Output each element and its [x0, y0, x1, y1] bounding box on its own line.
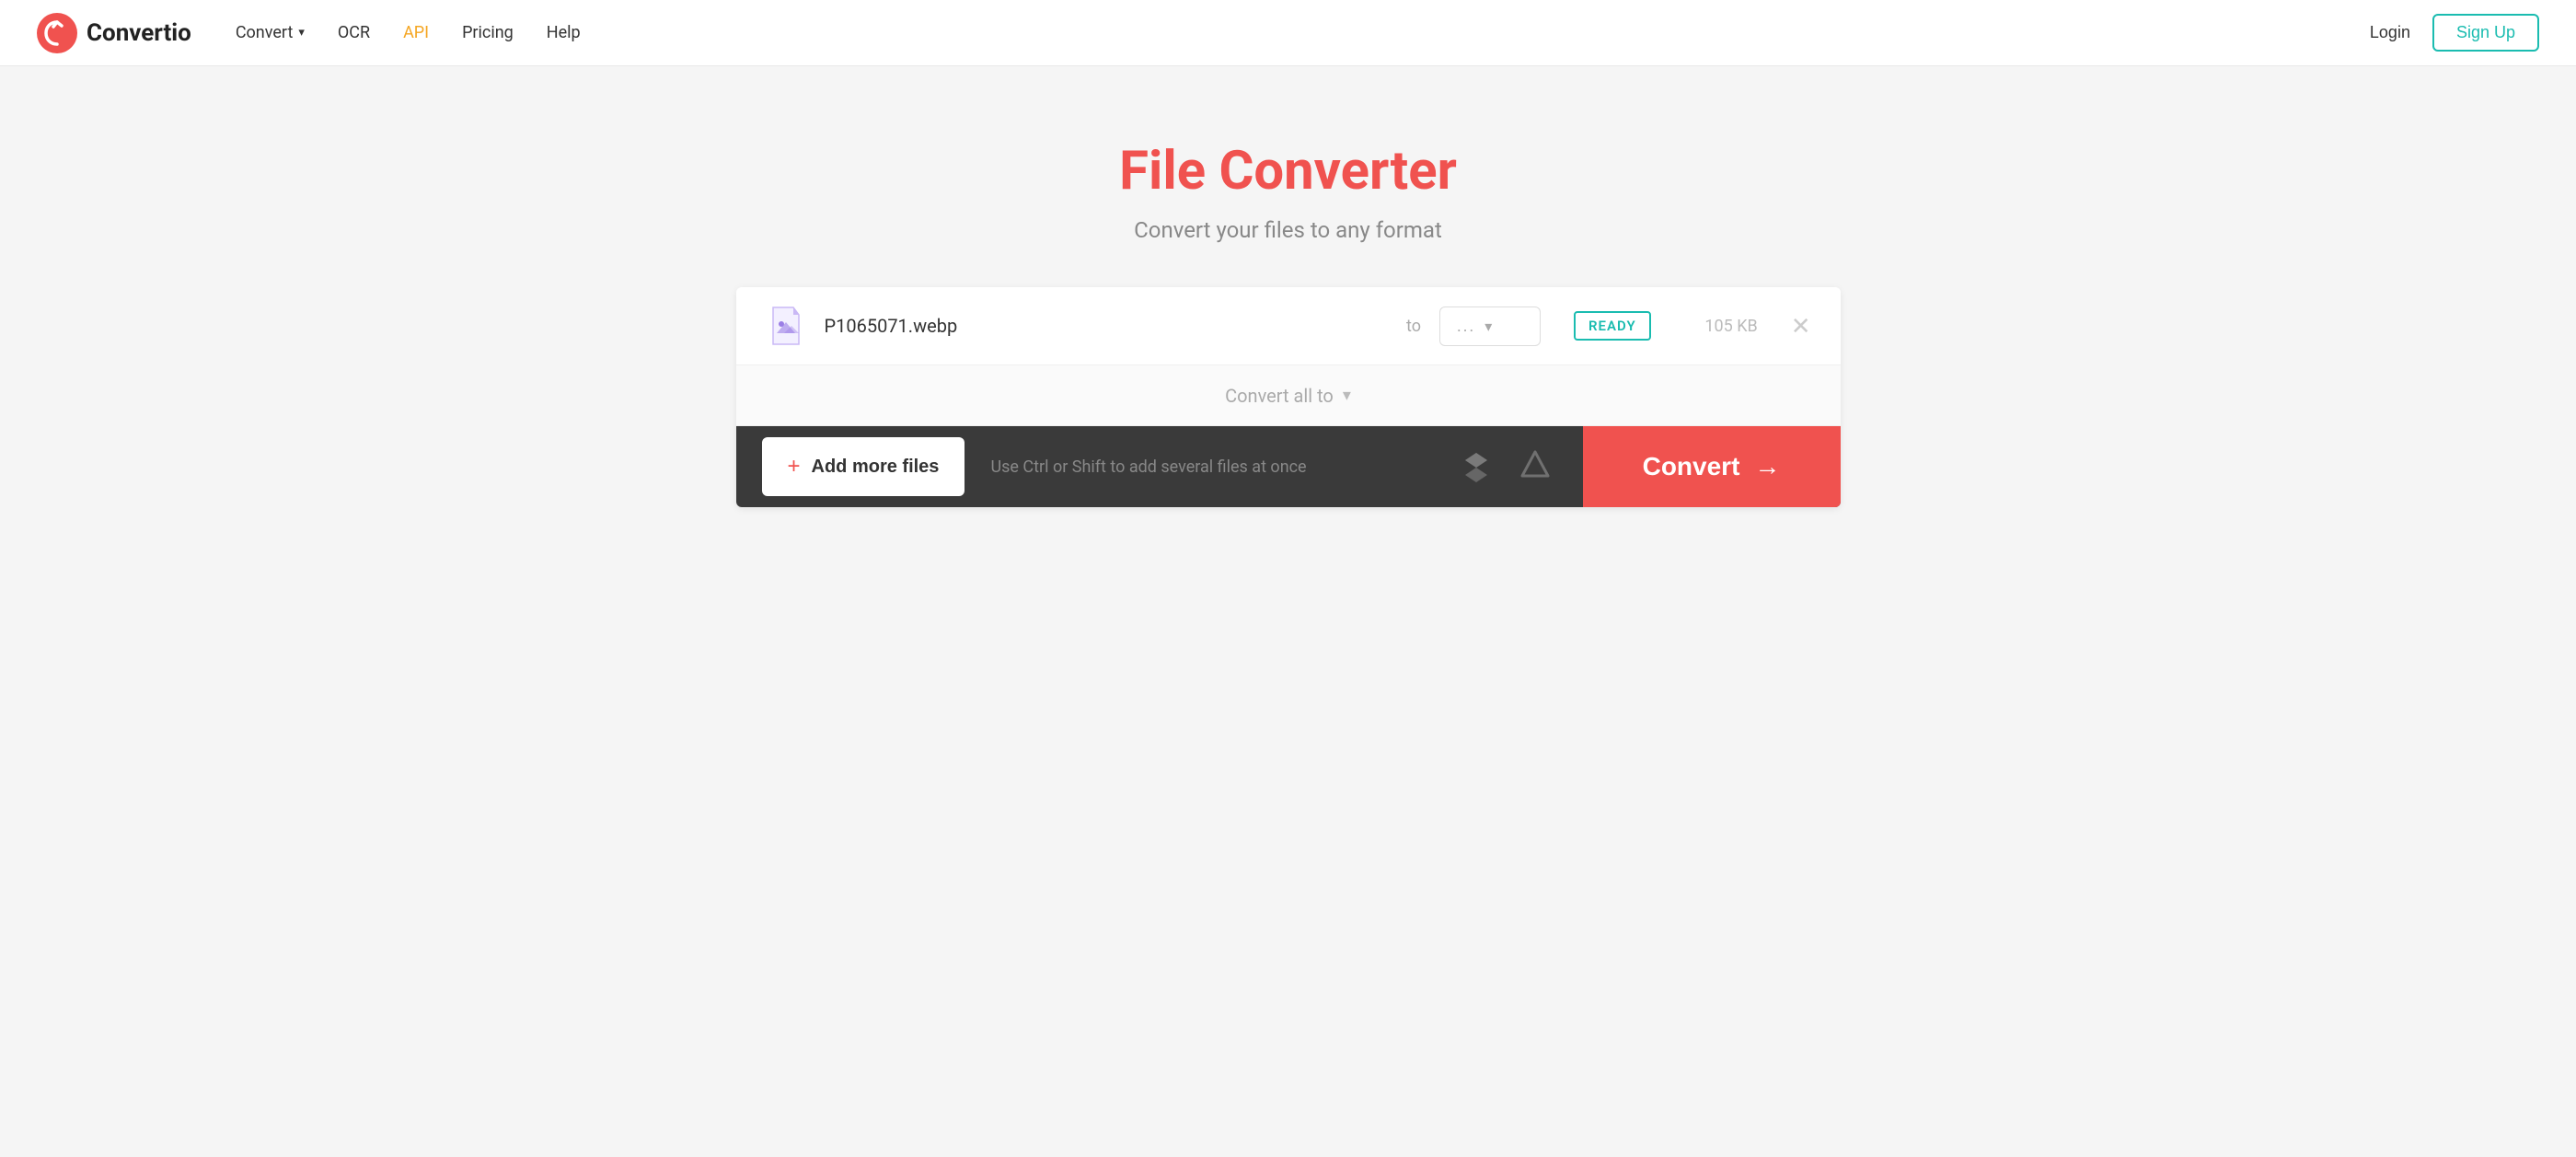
converter-box: P1065071.webp to ... ▾ READY 105 KB ✕ Co… — [736, 287, 1841, 507]
signup-button[interactable]: Sign Up — [2432, 14, 2539, 52]
file-size: 105 KB — [1684, 317, 1758, 336]
add-files-button[interactable]: + Add more files — [762, 437, 965, 496]
format-placeholder: ... — [1457, 317, 1475, 336]
nav-ocr[interactable]: OCR — [338, 23, 370, 42]
convert-label: Convert — [1643, 452, 1740, 481]
plus-icon: + — [788, 454, 801, 480]
chevron-down-icon: ▾ — [1484, 318, 1492, 335]
main-content: File Converter Convert your files to any… — [0, 66, 2576, 507]
convert-all-label-text: Convert all to — [1225, 385, 1334, 407]
file-name: P1065071.webp — [825, 315, 1389, 337]
logo[interactable]: Convertio — [37, 13, 191, 53]
action-bar: + Add more files Use Ctrl or Shift to ad… — [736, 426, 1841, 507]
convert-button[interactable]: Convert → — [1583, 426, 1841, 507]
cloud-icons — [1428, 448, 1583, 485]
logo-text: Convertio — [87, 19, 191, 47]
file-type-icon — [766, 306, 806, 346]
logo-icon — [37, 13, 77, 53]
convert-all-chevron-icon: ▾ — [1343, 386, 1351, 405]
nav-api[interactable]: API — [403, 23, 429, 42]
add-files-label: Add more files — [812, 457, 940, 478]
remove-file-button[interactable]: ✕ — [1791, 314, 1811, 338]
header-right: Login Sign Up — [2370, 14, 2539, 52]
nav-pricing[interactable]: Pricing — [462, 23, 514, 42]
convert-all-row: Convert all to ▾ — [736, 365, 1841, 426]
dropbox-icon[interactable] — [1458, 448, 1495, 485]
page-title: File Converter — [1119, 140, 1457, 202]
ready-badge: READY — [1574, 311, 1651, 341]
nav-help[interactable]: Help — [547, 23, 581, 42]
main-nav: Convert ▾ OCR API Pricing Help — [236, 23, 581, 42]
arrow-right-icon: → — [1754, 452, 1780, 481]
hint-text: Use Ctrl or Shift to add several files a… — [990, 457, 1427, 477]
to-label: to — [1406, 317, 1421, 336]
nav-convert[interactable]: Convert ▾ — [236, 23, 305, 42]
page-subtitle: Convert your files to any format — [1134, 217, 1442, 243]
google-drive-icon[interactable] — [1517, 448, 1554, 485]
chevron-down-icon: ▾ — [298, 26, 305, 40]
header: Convertio Convert ▾ OCR API Pricing Help… — [0, 0, 2576, 66]
login-button[interactable]: Login — [2370, 23, 2410, 42]
file-row: P1065071.webp to ... ▾ READY 105 KB ✕ — [736, 287, 1841, 365]
convert-all-dropdown[interactable]: Convert all to ▾ — [1225, 385, 1351, 407]
format-select-dropdown[interactable]: ... ▾ — [1439, 307, 1541, 346]
